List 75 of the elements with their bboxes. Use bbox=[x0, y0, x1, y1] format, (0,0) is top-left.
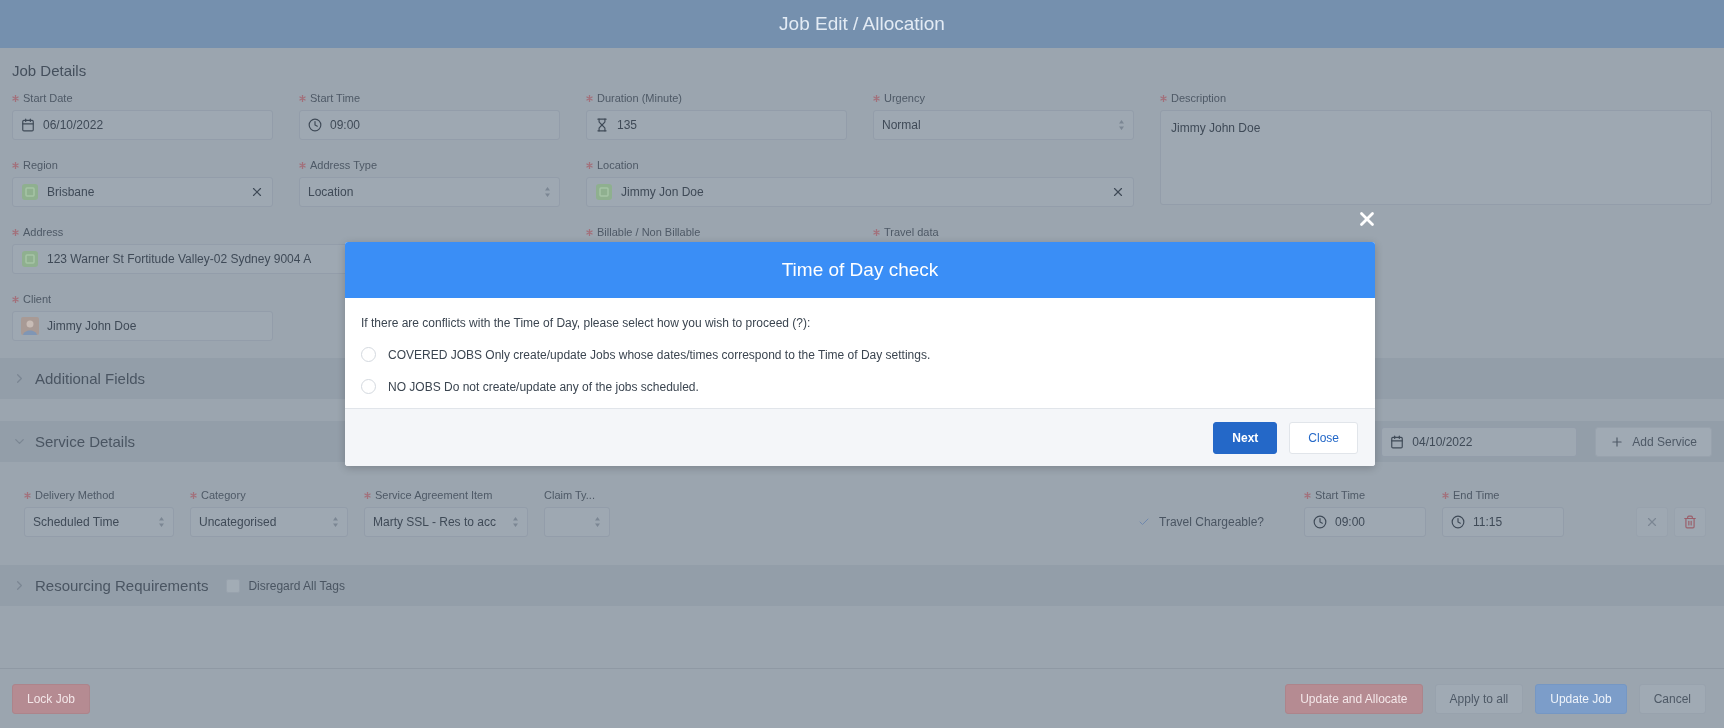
select-arrows-icon bbox=[594, 516, 601, 528]
select-field[interactable]: Location bbox=[299, 177, 560, 207]
footer-button[interactable]: Update Job bbox=[1535, 683, 1627, 714]
record-icon bbox=[595, 183, 613, 201]
add-service-button[interactable]: Add Service bbox=[1595, 426, 1712, 457]
date-field[interactable]: 04/10/2022 bbox=[1381, 426, 1578, 457]
footer-button[interactable]: Apply to all bbox=[1434, 683, 1524, 714]
clear-icon[interactable] bbox=[1111, 185, 1125, 199]
field-label: Delivery Method bbox=[35, 489, 115, 501]
section-header[interactable]: Resourcing Requirements Disregard All Tags bbox=[0, 565, 1724, 606]
checkbox-label: Disregard All Tags bbox=[248, 578, 345, 593]
field-label: Urgency bbox=[884, 92, 925, 104]
dialog-title: Time of Day check bbox=[781, 259, 939, 281]
time-field[interactable]: 09:00 bbox=[1304, 507, 1426, 537]
clock-icon bbox=[1451, 515, 1465, 529]
field-label: Location bbox=[597, 159, 639, 171]
field-label: Address bbox=[23, 226, 64, 238]
input-field[interactable]: Jimmy Jon Doe bbox=[586, 177, 1134, 207]
input-field[interactable]: 135 bbox=[586, 110, 847, 140]
section-title: Resourcing Requirements bbox=[35, 577, 209, 594]
record-icon bbox=[21, 183, 39, 201]
avatar-icon bbox=[21, 317, 39, 335]
dialog-prompt: If there are conflicts with the Time of Day, please select how you wish to proceed (?): bbox=[361, 316, 812, 330]
hourglass-icon bbox=[595, 118, 609, 132]
clock-icon bbox=[1313, 515, 1327, 529]
section-title: Service Details bbox=[35, 433, 136, 450]
field-label: End Time bbox=[1453, 489, 1500, 501]
footer-button[interactable]: Update and Allocate bbox=[1285, 683, 1423, 714]
field-label: Start Date bbox=[23, 92, 73, 104]
input-field[interactable]: Brisbane bbox=[12, 177, 273, 207]
clock-icon bbox=[308, 118, 322, 132]
select-arrows-icon bbox=[544, 186, 551, 198]
select-field[interactable]: Scheduled Time bbox=[24, 507, 174, 537]
close-dialog-button[interactable]: Close bbox=[1289, 421, 1358, 454]
time-field[interactable]: 11:15 bbox=[1442, 507, 1564, 537]
calendar-icon bbox=[21, 118, 35, 132]
input-field[interactable]: 06/10/2022 bbox=[12, 110, 273, 140]
checkbox-label: Travel Chargeable? bbox=[1159, 515, 1264, 529]
next-button[interactable]: Next bbox=[1213, 421, 1278, 454]
section-title: Job Details bbox=[12, 62, 88, 79]
footer-button[interactable]: Cancel bbox=[1638, 683, 1706, 714]
option-label: NO JOBS Do not create/update any of the jobs scheduled. bbox=[388, 379, 699, 394]
field-label: Category bbox=[201, 489, 246, 501]
select-field[interactable]: Uncategorised bbox=[190, 507, 348, 537]
input-field[interactable]: 09:00 bbox=[299, 110, 560, 140]
select-field[interactable]: Normal bbox=[873, 110, 1134, 140]
field-label: Description bbox=[1171, 92, 1227, 104]
plus-icon bbox=[1610, 434, 1625, 449]
page-title: Job Edit / Allocation bbox=[779, 13, 945, 35]
field-label: Duration (Minute) bbox=[597, 92, 682, 104]
record-icon bbox=[21, 250, 39, 268]
field-label: Region bbox=[23, 159, 58, 171]
trash-icon bbox=[1683, 515, 1697, 529]
select-arrows-icon bbox=[1118, 119, 1125, 131]
field-label: Service Agreement Item bbox=[375, 489, 493, 501]
field-label: Start Time bbox=[1315, 489, 1366, 501]
select-field[interactable]: Marty SSL - Res to acc bbox=[364, 507, 528, 537]
close-icon bbox=[1645, 515, 1659, 529]
clear-icon[interactable] bbox=[250, 185, 264, 199]
field-label: Claim Ty... bbox=[544, 489, 595, 501]
field-label: Address Type bbox=[310, 159, 378, 171]
section-title: Additional Fields bbox=[35, 370, 146, 387]
field-label: Start Time bbox=[310, 92, 361, 104]
calendar-icon bbox=[1390, 434, 1405, 449]
description-field[interactable]: Jimmy John Doe bbox=[1160, 110, 1712, 205]
field-label: Billable / Non Billable bbox=[597, 226, 701, 238]
input-field[interactable]: Jimmy John Doe bbox=[12, 311, 273, 341]
field-label: Travel data bbox=[884, 226, 939, 238]
footer-button[interactable]: Lock Job bbox=[12, 683, 91, 714]
select-field[interactable] bbox=[544, 507, 610, 537]
select-arrows-icon bbox=[332, 516, 339, 528]
select-arrows-icon bbox=[158, 516, 165, 528]
select-arrows-icon bbox=[512, 516, 519, 528]
field-label: Client bbox=[23, 293, 52, 305]
option-label: COVERED JOBS Only create/update Jobs whose dates/times correspond to the Time of Day settings. bbox=[388, 347, 931, 362]
